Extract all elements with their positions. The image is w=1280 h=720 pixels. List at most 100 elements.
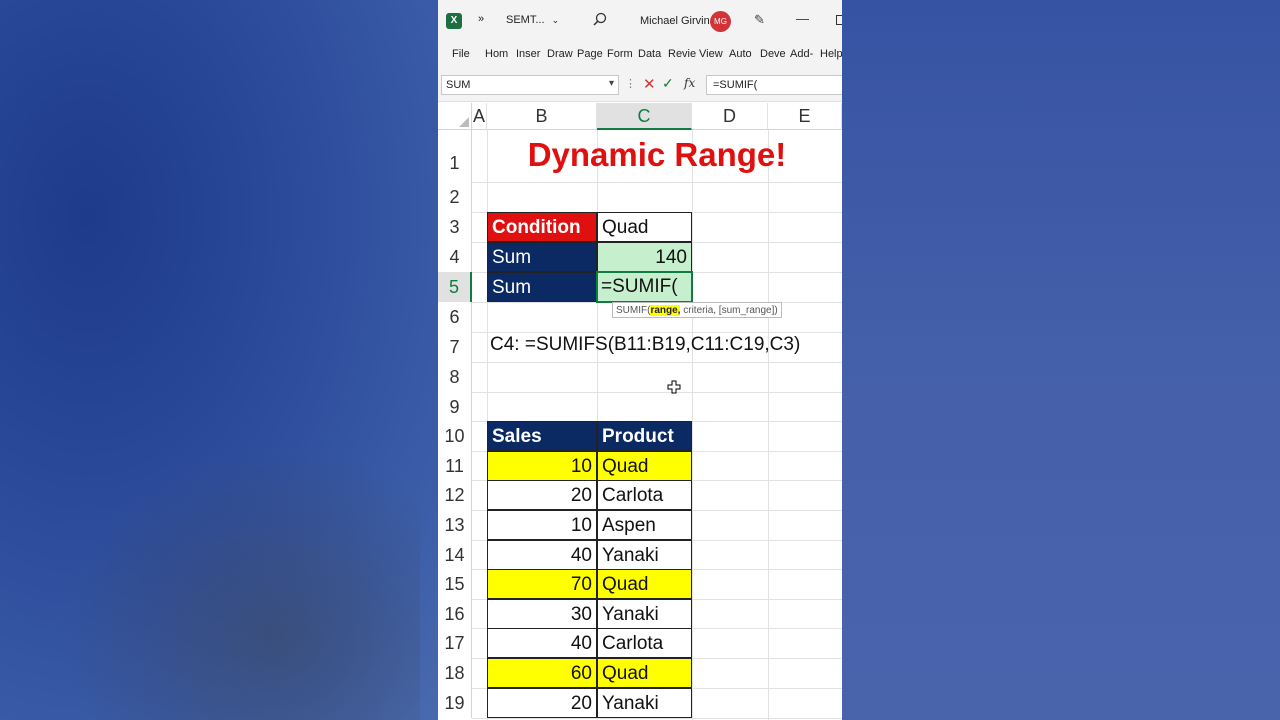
insert-function-icon[interactable]: fx	[684, 76, 695, 90]
row-header-12[interactable]: 12	[438, 480, 472, 510]
table-cell-sales[interactable]: 10	[487, 451, 597, 481]
user-name[interactable]: Michael Girvin	[640, 15, 710, 27]
row-header-19[interactable]: 19	[438, 688, 472, 718]
row-header-17[interactable]: 17	[438, 628, 472, 658]
gridline	[472, 182, 842, 183]
sheet-title[interactable]: Dynamic Range!	[472, 136, 842, 174]
row-header-5[interactable]: 5	[438, 272, 472, 302]
condition-value-cell[interactable]: Quad	[597, 212, 692, 242]
maximize-icon[interactable]	[836, 15, 842, 25]
gridline	[472, 332, 842, 333]
function-tooltip[interactable]: SUMIF(range, criteria, [sum_range])	[612, 302, 782, 318]
search-icon[interactable]	[593, 12, 607, 26]
table-cell-sales[interactable]: 60	[487, 658, 597, 688]
table-cell-sales[interactable]: 20	[487, 480, 597, 510]
condition-label-cell[interactable]: Condition	[487, 212, 597, 242]
table-cell-product[interactable]: Yanaki	[597, 688, 692, 718]
table-cell-product[interactable]: Carlota	[597, 480, 692, 510]
table-cell-sales[interactable]: 70	[487, 569, 597, 599]
formula-input[interactable]: =SUMIF(	[706, 75, 842, 95]
sum-label-cell[interactable]: Sum	[487, 242, 597, 272]
table-cell-sales[interactable]: 40	[487, 540, 597, 570]
tab-help[interactable]: Help	[820, 48, 842, 60]
more-icon: ⋮	[625, 78, 636, 90]
gridline	[472, 362, 842, 363]
formula-bar: SUM ▾ ⋮ ✕ ✓ fx =SUMIF(	[438, 68, 842, 102]
table-cell-product[interactable]: Aspen	[597, 510, 692, 540]
tab-draw[interactable]: Draw	[547, 48, 573, 60]
file-name: SEMT...	[506, 14, 545, 26]
tab-view[interactable]: View	[699, 48, 723, 60]
tab-data[interactable]: Data	[638, 48, 661, 60]
table-cell-sales[interactable]: 40	[487, 628, 597, 658]
row-header-6[interactable]: 6	[438, 302, 472, 332]
table-cell-product[interactable]: Carlota	[597, 628, 692, 658]
row-header-15[interactable]: 15	[438, 569, 472, 599]
chevron-down-icon: ⌄	[551, 15, 560, 25]
row-header-8[interactable]: 8	[438, 362, 472, 392]
row-header-9[interactable]: 9	[438, 392, 472, 422]
chevron-down-icon[interactable]: ▾	[609, 78, 614, 89]
select-all-icon	[459, 117, 469, 127]
row-header-14[interactable]: 14	[438, 540, 472, 570]
tab-automate[interactable]: Auto	[729, 48, 752, 60]
row-header-3[interactable]: 3	[438, 212, 472, 242]
file-name-dropdown[interactable]: SEMT... ⌄	[506, 14, 559, 26]
table-cell-product[interactable]: Quad	[597, 569, 692, 599]
tooltip-remaining-arguments: criteria, [sum_range])	[680, 305, 778, 316]
pen-icon[interactable]: ✎	[754, 12, 765, 28]
tab-page-layout[interactable]: Page	[577, 48, 603, 60]
table-cell-product[interactable]: Quad	[597, 658, 692, 688]
table-cell-product[interactable]: Yanaki	[597, 599, 692, 629]
row-header-16[interactable]: 16	[438, 599, 472, 629]
column-header-d[interactable]: D	[692, 103, 768, 130]
formula-note[interactable]: C4: =SUMIFS(B11:B19,C11:C19,C3)	[490, 334, 840, 362]
table-cell-sales[interactable]: 10	[487, 510, 597, 540]
name-box[interactable]: SUM ▾	[441, 75, 619, 95]
table-cell-product[interactable]: Quad	[597, 451, 692, 481]
excel-window: X » SEMT... ⌄ Michael Girvin MG ✎ — File…	[438, 0, 842, 720]
row-header-18[interactable]: 18	[438, 658, 472, 688]
column-header-e[interactable]: E	[768, 103, 842, 130]
row-header-7[interactable]: 7	[438, 332, 472, 362]
sum-value-cell[interactable]: 140	[597, 242, 692, 272]
tab-add-ins[interactable]: Add-	[790, 48, 813, 60]
table-header-product[interactable]: Product	[597, 421, 692, 451]
row-header-4[interactable]: 4	[438, 242, 472, 272]
row-header-2[interactable]: 2	[438, 182, 472, 212]
table-cell-product[interactable]: Yanaki	[597, 540, 692, 570]
tab-file[interactable]: File	[452, 48, 470, 60]
tab-home[interactable]: Hom	[485, 48, 508, 60]
tab-review[interactable]: Revie	[668, 48, 696, 60]
background-shadow	[60, 440, 420, 720]
background-right	[842, 0, 1280, 720]
name-box-value: SUM	[446, 79, 471, 91]
minimize-icon[interactable]: —	[796, 11, 809, 26]
gridline	[692, 130, 693, 720]
ribbon-tabs: File Hom Inser Draw Page Form Data Revie…	[438, 42, 842, 68]
gridline	[472, 392, 842, 393]
tab-developer[interactable]: Deve	[760, 48, 786, 60]
table-cell-sales[interactable]: 20	[487, 688, 597, 718]
enter-icon[interactable]: ✓	[662, 75, 674, 92]
sum-label-cell[interactable]: Sum	[487, 272, 597, 302]
tooltip-active-argument: range,	[650, 305, 681, 316]
more-commands-button[interactable]: »	[478, 13, 484, 25]
row-header-11[interactable]: 11	[438, 451, 472, 481]
active-cell-border	[596, 271, 693, 303]
cell-cursor-icon	[667, 380, 681, 394]
column-header-c[interactable]: C	[597, 103, 692, 130]
row-header-1[interactable]: 1	[438, 130, 472, 182]
tab-formulas[interactable]: Form	[607, 48, 633, 60]
row-header-10[interactable]: 10	[438, 421, 472, 451]
avatar[interactable]: MG	[710, 11, 731, 32]
cancel-icon[interactable]: ✕	[643, 75, 656, 93]
table-header-sales[interactable]: Sales	[487, 421, 597, 451]
column-header-b[interactable]: B	[487, 103, 597, 130]
table-cell-sales[interactable]: 30	[487, 599, 597, 629]
tab-insert[interactable]: Inser	[516, 48, 540, 60]
column-header-a[interactable]: A	[472, 103, 487, 130]
select-all-button[interactable]	[438, 103, 472, 130]
row-header-13[interactable]: 13	[438, 510, 472, 540]
tooltip-function-name[interactable]: SUMIF(	[616, 305, 650, 316]
